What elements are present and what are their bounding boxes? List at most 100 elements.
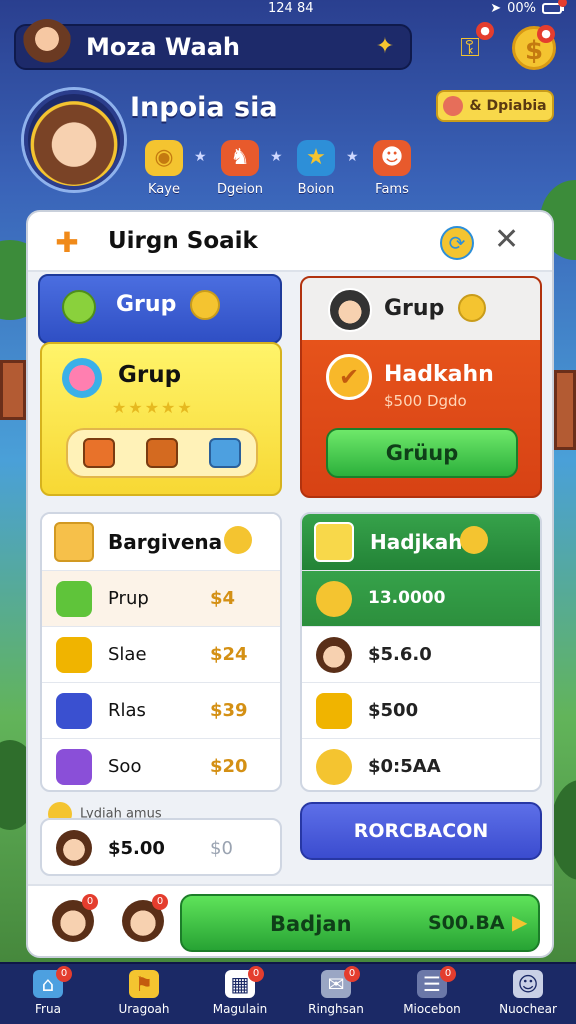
total-value: 13.0000 <box>368 588 446 608</box>
game-title: Moza Waah <box>86 33 240 61</box>
nav-label: Frua <box>35 1002 61 1016</box>
friend-avatar[interactable]: 0 <box>122 894 168 942</box>
list-item[interactable]: Prup $4 <box>42 570 280 626</box>
nav-item-map[interactable]: ⚑ Uragoah <box>96 964 192 1024</box>
player-avatar-small[interactable] <box>22 19 72 69</box>
nav-badge: 0 <box>344 966 360 982</box>
list-header: Bargivena <box>42 514 280 570</box>
refresh-icon[interactable]: ⟳ <box>440 226 474 260</box>
stage-4[interactable]: ☻ Fams <box>364 140 420 197</box>
chest-icon <box>83 438 116 468</box>
bonus-card[interactable]: $5.00 $0 <box>40 818 282 876</box>
monster-icon: ☻ <box>373 140 411 176</box>
nav-item-home[interactable]: ⌂ 0 Frua <box>0 964 96 1024</box>
list-item[interactable]: $500 <box>302 682 540 738</box>
list-item[interactable]: Soo $20 <box>42 738 280 790</box>
avatar <box>56 830 92 866</box>
nav-label: Magulain <box>212 1002 268 1016</box>
group-card-label: Grup <box>118 362 182 388</box>
profile-name: Inpoia sia <box>130 92 278 123</box>
panel-footer: 0 0 Badjan S00.BA ▶ <box>28 884 552 956</box>
bell-icon <box>224 526 252 554</box>
item-price: $20 <box>210 756 248 777</box>
coin-stack-icon <box>316 581 352 617</box>
nav-label: Nuochear <box>499 1002 557 1016</box>
arrow-icon: ★ <box>194 149 207 165</box>
leaf-icon <box>56 581 92 617</box>
group-buy-button[interactable]: Grüup <box>326 428 518 478</box>
nav-item-book[interactable]: ☰ 0 Miocebon <box>384 964 480 1024</box>
stage-label: Kaye <box>148 182 180 197</box>
bottom-nav: ⌂ 0 Frua ⚑ Uragoah ▦ 0 Magulain ✉ 0 Ring… <box>0 962 576 1024</box>
purchase-price: S00.BA <box>428 912 505 934</box>
medal-icon: ✔ <box>326 354 372 400</box>
friend-avatar[interactable]: 0 <box>52 894 98 942</box>
gift-icon <box>208 438 241 468</box>
reward-items <box>66 428 258 478</box>
coin-icon <box>316 749 352 785</box>
list-item[interactable]: $0:5AA <box>302 738 540 790</box>
list-title: Bargivena <box>108 530 223 554</box>
stage-3[interactable]: ★ Boion <box>288 140 344 197</box>
stage-track: ◉ Kaye ★ ♞ Dgeion ★ ★ Boion ★ ☻ Fams <box>136 140 426 200</box>
key-icon[interactable]: ⚿ ● <box>448 22 494 70</box>
group-tab-blue[interactable]: Grup <box>38 274 282 344</box>
coin-badge: ● <box>537 25 555 43</box>
stage-2[interactable]: ♞ Dgeion <box>212 140 268 197</box>
cube-icon <box>56 693 92 729</box>
dice-icon <box>316 693 352 729</box>
group-card-yellow[interactable]: Grup ★★★★★ <box>40 342 282 496</box>
item-price: $5.6.0 <box>368 644 432 665</box>
list-total-row: 13.0000 <box>302 570 540 626</box>
star-icon: ★ <box>297 140 335 176</box>
nav-label: Ringhsan <box>308 1002 364 1016</box>
left-price-list: Bargivena Prup $4 Slae $24 Rlas $39 Soo … <box>40 512 282 792</box>
coin-icon <box>190 290 220 320</box>
avatar <box>328 288 372 332</box>
nav-item-trophy[interactable]: ☺ Nuochear <box>480 964 576 1024</box>
nav-badge: 0 <box>440 966 456 982</box>
item-name: Slae <box>108 644 147 665</box>
location-icon: ➤ <box>490 1 502 16</box>
item-price: $39 <box>210 700 248 721</box>
right-price-list: Hadjkah 13.0000 $5.6.0 $500 $0:5AA <box>300 512 542 792</box>
favorite-star-icon[interactable]: ✦ <box>372 34 398 60</box>
list-item[interactable]: Rlas $39 <box>42 682 280 738</box>
coin-icon[interactable]: $ ● <box>512 25 556 70</box>
group-card-label: Grup <box>384 296 445 321</box>
offer-price: $500 Dgdo <box>384 392 467 410</box>
item-price: $24 <box>210 644 248 665</box>
stage-label: Boion <box>297 182 335 197</box>
profile-avatar[interactable] <box>24 90 124 190</box>
panel-title: Uirgn Soaik <box>108 228 258 254</box>
character-icon <box>54 522 94 562</box>
dragon-icon: ♞ <box>221 140 259 176</box>
nav-item-calendar[interactable]: ▦ 0 Magulain <box>192 964 288 1024</box>
purchase-label: Badjan <box>270 912 352 936</box>
profile-button-icon <box>443 96 464 116</box>
leaf-icon <box>62 290 96 324</box>
medal-icon <box>314 522 354 562</box>
panel-header: ✚ Uirgn Soaik ⟳ ✕ <box>28 212 552 272</box>
nav-item-chat[interactable]: ✉ 0 Ringhsan <box>288 964 384 1024</box>
trophy-icon: ☺ <box>513 970 543 998</box>
item-name: Soo <box>108 756 142 777</box>
rating-stars: ★★★★★ <box>112 398 194 417</box>
list-item[interactable]: $5.6.0 <box>302 626 540 682</box>
stage-1[interactable]: ◉ Kaye <box>136 140 192 197</box>
chest-icon <box>145 438 178 468</box>
purchase-button[interactable]: Badjan S00.BA ▶ <box>180 894 540 952</box>
coin-icon <box>458 294 486 322</box>
close-icon[interactable]: ✕ <box>494 222 519 257</box>
shop-panel: ✚ Uirgn Soaik ⟳ ✕ Grup Grup ★★★★★ Grup ✔… <box>26 210 554 958</box>
list-item[interactable]: Slae $24 <box>42 626 280 682</box>
rorcbacon-button[interactable]: RORCBACON <box>300 802 542 860</box>
medal-icon: ◉ <box>145 140 183 176</box>
arrow-icon: ★ <box>346 149 359 165</box>
map-icon: ⚑ <box>129 970 159 998</box>
profile-action-button[interactable]: & Dpiabia <box>436 90 554 122</box>
character-icon <box>316 637 352 673</box>
potion-icon <box>56 749 92 785</box>
battery-percent: 00% <box>507 1 536 16</box>
dice-icon <box>56 637 92 673</box>
